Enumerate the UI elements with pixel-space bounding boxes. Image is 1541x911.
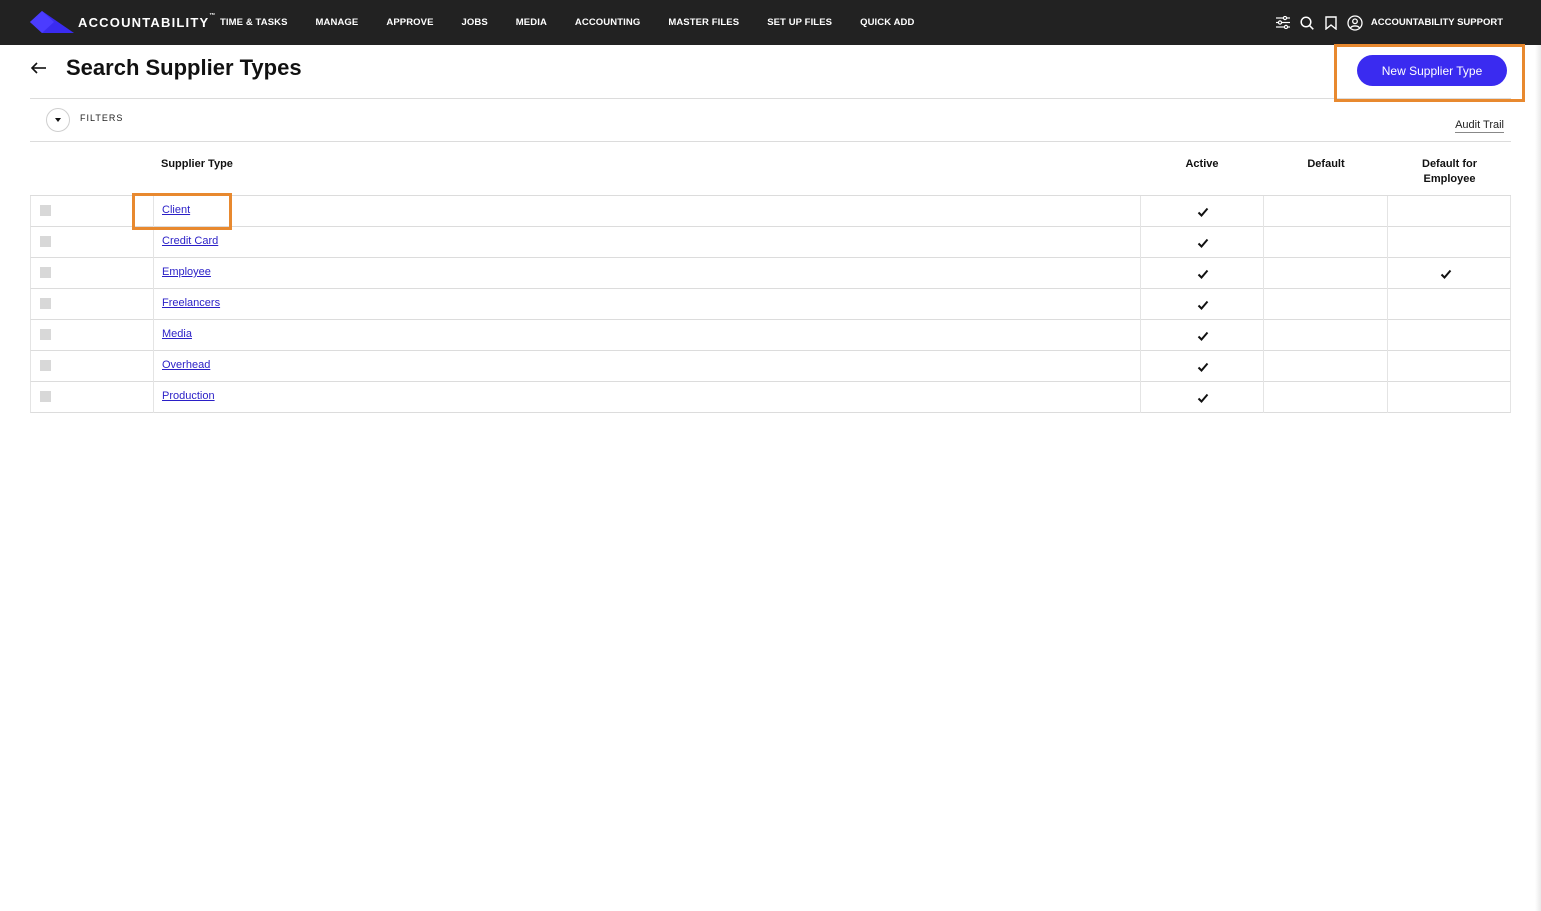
nav-approve[interactable]: APPROVE [372, 17, 447, 28]
supplier-types-table: Supplier Type Active Default Default for… [30, 142, 1511, 413]
nav-set-up-files[interactable]: SET UP FILES [753, 17, 846, 28]
table-row: Credit Card [30, 227, 1511, 258]
column-divider [1140, 227, 1141, 258]
column-divider [1140, 289, 1141, 320]
nav-accounting[interactable]: ACCOUNTING [561, 17, 654, 28]
row-checkbox[interactable] [40, 360, 51, 371]
column-divider [153, 382, 154, 413]
table-row: Overhead [30, 351, 1511, 382]
column-divider [1387, 196, 1388, 227]
column-default-for-employee-line1: Default for [1422, 158, 1477, 170]
column-divider [153, 320, 154, 351]
column-active[interactable]: Active [1140, 157, 1264, 172]
table-body: Client Credit Card Employee Freelancers Medi… [30, 196, 1511, 413]
table-row: Freelancers [30, 289, 1511, 320]
table-row: Production [30, 382, 1511, 413]
column-divider [1263, 320, 1264, 351]
row-checkbox[interactable] [40, 391, 51, 402]
column-supplier-type[interactable]: Supplier Type [161, 157, 233, 172]
column-divider [1263, 382, 1264, 413]
supplier-type-link[interactable]: Overhead [162, 359, 210, 371]
filters-toggle-button[interactable] [46, 108, 70, 132]
column-divider [1387, 320, 1388, 351]
nav-manage[interactable]: MANAGE [302, 17, 373, 28]
page-header: Search Supplier Types [30, 45, 1511, 99]
checkmark-icon [1440, 267, 1452, 279]
column-divider [1263, 351, 1264, 382]
supplier-type-link[interactable]: Employee [162, 266, 211, 278]
column-divider [153, 351, 154, 382]
checkmark-icon [1197, 236, 1209, 248]
column-divider [1387, 351, 1388, 382]
checkmark-icon [1197, 267, 1209, 279]
filters-label: FILTERS [80, 113, 124, 123]
user-circle-icon[interactable] [1343, 11, 1367, 35]
column-divider [153, 227, 154, 258]
checkmark-icon [1197, 391, 1209, 403]
sliders-icon[interactable] [1271, 11, 1295, 35]
column-default-for-employee[interactable]: Default for Employee [1388, 157, 1511, 187]
main-nav: TIME & TASKS MANAGE APPROVE JOBS MEDIA A… [206, 0, 928, 45]
top-nav-bar: ACCOUNTABILITY™ TIME & TASKS MANAGE APPR… [0, 0, 1541, 45]
column-divider [1140, 382, 1141, 413]
row-checkbox[interactable] [40, 298, 51, 309]
row-checkbox[interactable] [40, 205, 51, 216]
column-default[interactable]: Default [1264, 157, 1388, 172]
filters-bar: FILTERS Audit Trail [30, 99, 1511, 142]
column-divider [1387, 382, 1388, 413]
checkmark-icon [1197, 360, 1209, 372]
column-divider [1140, 196, 1141, 227]
page-title: Search Supplier Types [66, 55, 302, 80]
checkmark-icon [1197, 329, 1209, 341]
nav-media[interactable]: MEDIA [502, 17, 561, 28]
supplier-type-link[interactable]: Production [162, 390, 215, 402]
column-divider [1263, 196, 1264, 227]
new-supplier-type-button[interactable]: New Supplier Type [1357, 55, 1507, 86]
row-checkbox[interactable] [40, 329, 51, 340]
nav-quick-add[interactable]: QUICK ADD [846, 17, 928, 28]
table-row: Media [30, 320, 1511, 351]
checkmark-icon [1197, 205, 1209, 217]
checkmark-icon [1197, 298, 1209, 310]
column-divider [1387, 258, 1388, 289]
column-divider [1140, 351, 1141, 382]
nav-time-tasks[interactable]: TIME & TASKS [206, 17, 302, 28]
highlight-frame-client-link [132, 193, 232, 230]
audit-trail-link[interactable]: Audit Trail [1455, 119, 1504, 133]
nav-master-files[interactable]: MASTER FILES [654, 17, 753, 28]
table-row: Employee [30, 258, 1511, 289]
column-divider [1263, 258, 1264, 289]
column-divider [1387, 289, 1388, 320]
table-header: Supplier Type Active Default Default for… [30, 142, 1511, 196]
caret-down-icon [55, 118, 61, 122]
logo-text: ACCOUNTABILITY™ [78, 12, 216, 30]
header-tools: ACCOUNTABILITY SUPPORT [1271, 0, 1541, 45]
column-divider [153, 258, 154, 289]
user-menu[interactable]: ACCOUNTABILITY SUPPORT [1371, 17, 1503, 28]
column-divider [1140, 258, 1141, 289]
nav-jobs[interactable]: JOBS [448, 17, 502, 28]
row-checkbox[interactable] [40, 267, 51, 278]
column-divider [1140, 320, 1141, 351]
supplier-type-link[interactable]: Credit Card [162, 235, 218, 247]
logo[interactable]: ACCOUNTABILITY™ [30, 11, 215, 33]
search-icon[interactable] [1295, 11, 1319, 35]
logo-mark-icon [30, 11, 74, 33]
supplier-type-link[interactable]: Freelancers [162, 297, 220, 309]
back-arrow-icon[interactable] [30, 59, 48, 77]
supplier-type-link[interactable]: Media [162, 328, 192, 340]
column-divider [1263, 227, 1264, 258]
column-divider [1263, 289, 1264, 320]
bookmark-icon[interactable] [1319, 11, 1343, 35]
scrollbar-track[interactable] [1535, 45, 1541, 911]
column-divider [153, 289, 154, 320]
row-checkbox[interactable] [40, 236, 51, 247]
column-default-for-employee-line2: Employee [1423, 173, 1476, 185]
table-row: Client [30, 196, 1511, 227]
column-divider [1387, 227, 1388, 258]
